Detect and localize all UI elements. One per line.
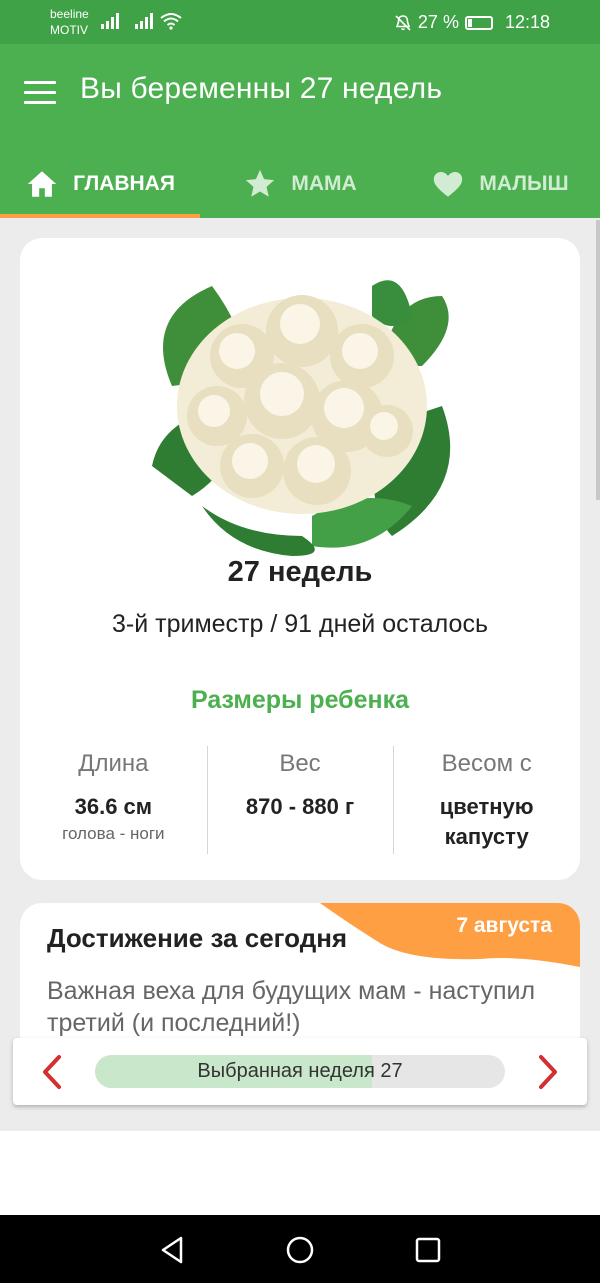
achievement-date: 7 августа [456, 914, 552, 937]
carrier-line2: MOTIV [50, 23, 88, 37]
sizes-title: Размеры ребенка [190, 686, 410, 714]
tab-label: МАЛЫШ [479, 172, 569, 195]
trimester-info: 3-й триместр / 91 дней осталось [112, 610, 488, 638]
battery-icon [464, 15, 493, 30]
week-label: Выбранная неделя 27 [197, 1060, 403, 1082]
stat-label: Весом с [441, 750, 532, 777]
week-card: 27 недель 3-й триместр / 91 дней осталос… [20, 238, 580, 880]
stat-value: цветную капусту [439, 794, 534, 849]
stat-label: Длина [78, 750, 149, 777]
signal-icon [101, 13, 119, 29]
tab-home[interactable]: ГЛАВНАЯ [0, 150, 200, 218]
stat-length: Длина 36.6 см голова - ноги [20, 746, 207, 856]
heart-icon [434, 171, 463, 197]
achievement-card[interactable]: 7 августа Достижение за сегодня Важная в… [20, 903, 580, 1043]
wifi-icon [160, 13, 182, 30]
tab-label: МАМА [291, 172, 357, 195]
menu-icon[interactable] [24, 81, 56, 105]
mute-bell-icon [395, 14, 411, 31]
size-stats: Длина 36.6 см голова - ноги Вес 870 - 88… [20, 746, 580, 856]
stat-weight: Вес 870 - 880 г [206, 746, 394, 856]
stat-label: Вес [279, 750, 321, 777]
back-icon[interactable] [157, 1235, 187, 1265]
cauliflower-image [152, 280, 451, 556]
tab-baby[interactable]: МАЛЫШ [400, 150, 600, 218]
tab-label: ГЛАВНАЯ [73, 172, 175, 195]
scrollbar[interactable] [596, 220, 600, 500]
status-right: 27 % 12:18 [394, 12, 550, 33]
week-progress[interactable]: Выбранная неделя 27 [95, 1055, 505, 1088]
bottom-spacer [0, 1131, 600, 1215]
previous-week-button[interactable] [33, 1052, 73, 1092]
week-selector: Выбранная неделя 27 [13, 1038, 587, 1105]
star-icon [246, 169, 275, 197]
carrier-line1: beeline [50, 7, 89, 21]
battery-percent: 27 % [417, 12, 459, 32]
home-button-icon[interactable] [285, 1235, 315, 1265]
stat-value: 36.6 см [74, 794, 153, 819]
achievement-text: Важная веха для будущих мам - наступил т… [47, 977, 536, 1037]
stat-compare: Весом с цветную капусту [393, 746, 580, 856]
achievement-title: Достижение за сегодня [47, 923, 348, 953]
stat-value: 870 - 880 г [245, 794, 355, 819]
status-bar: beeline MOTIV 27 % 12:18 [0, 0, 600, 44]
next-week-button[interactable] [527, 1052, 567, 1092]
tab-bar: ГЛАВНАЯ МАМА МАЛЫШ [0, 150, 600, 218]
recents-icon[interactable] [413, 1235, 443, 1265]
home-icon [27, 171, 57, 197]
page-title: Вы беременны 27 недель [80, 72, 443, 105]
stat-sub: голова - ноги [62, 824, 165, 843]
carrier-name: beeline MOTIV [50, 6, 89, 38]
signal-icon-2 [135, 13, 153, 29]
weeks-title: 27 недель [227, 556, 373, 588]
navigation-bar [0, 1215, 600, 1283]
tab-mom[interactable]: МАМА [200, 150, 400, 218]
clock: 12:18 [504, 12, 550, 32]
app-bar: Вы беременны 27 недель ГЛАВНАЯ МАМА МАЛЫ… [0, 44, 600, 218]
